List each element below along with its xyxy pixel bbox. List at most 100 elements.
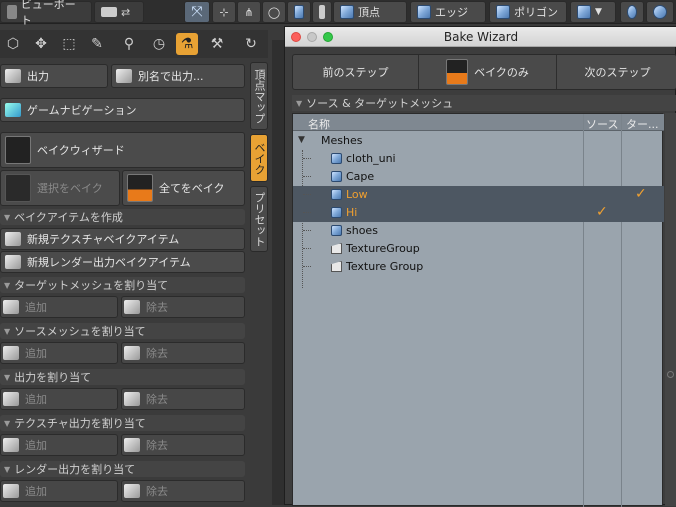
transform-tool-button[interactable]: ⤧: [184, 1, 210, 23]
column-header-name[interactable]: 名称: [308, 116, 330, 132]
vertical-scrollbar[interactable]: [665, 113, 676, 506]
new-texture-bake-item-button[interactable]: 新規テクスチャベイクアイテム: [0, 228, 245, 250]
save-as-label: 別名で出力...: [138, 70, 204, 83]
add-texture-icon: [3, 438, 19, 452]
remove-source-mesh-button[interactable]: 除去: [121, 342, 245, 364]
hierarchy-tool-button[interactable]: ⋔: [237, 1, 261, 23]
source-target-mesh-header[interactable]: ▼ ソース & ターゲットメッシュ: [292, 95, 676, 111]
action-center-button[interactable]: [646, 1, 674, 23]
animate-tool-icon[interactable]: ◷: [148, 33, 170, 55]
zoom-window-icon[interactable]: [323, 32, 333, 42]
section-header-label: テクスチャ出力を割り当て: [14, 417, 146, 430]
viewport-menu[interactable]: ビューポート: [0, 0, 92, 27]
table-row[interactable]: Low ✓: [293, 186, 664, 204]
add-source-mesh-button[interactable]: 追加: [0, 342, 118, 364]
vertex-mode-button[interactable]: 頂点: [333, 1, 407, 23]
viewport-label: ビューポート: [20, 0, 76, 27]
lasso-tool-button[interactable]: ◯: [262, 1, 286, 23]
symmetry-button[interactable]: [620, 1, 644, 23]
scroll-handle[interactable]: [667, 371, 674, 378]
refresh-icon[interactable]: ↻: [240, 33, 262, 55]
top-toolbar: ビューポート ⇄ ⤧ ⊹ ⋔ ◯ 頂点 エッジ ポリゴン ▼: [0, 0, 676, 27]
game-navigation-button[interactable]: ゲームナビゲーション: [0, 98, 245, 122]
create-bake-items-label: ベイクアイテムを作成: [14, 211, 123, 224]
panel-splitter[interactable]: [272, 40, 284, 505]
table-row[interactable]: ▼ Meshes: [293, 132, 664, 150]
remove-target-mesh-button[interactable]: 除去: [121, 296, 245, 318]
layout-toggle-button[interactable]: ⇄: [94, 1, 144, 23]
remove-output-button[interactable]: 除去: [121, 388, 245, 410]
table-row[interactable]: Hi ✓: [293, 204, 664, 222]
paint-tool-icon[interactable]: ✎: [86, 33, 108, 55]
column-header-target[interactable]: ター...: [626, 116, 659, 132]
layout-icon: [101, 7, 117, 17]
mesh-icon: [331, 171, 342, 182]
uv-tool-icon[interactable]: ⬚: [58, 33, 80, 55]
move-tool-icon[interactable]: ✥: [30, 33, 52, 55]
box-tool-icon[interactable]: ⬡: [2, 33, 24, 55]
save-as-output-button[interactable]: 別名で出力...: [111, 64, 245, 88]
target-checkmark[interactable]: ✓: [635, 186, 647, 202]
tree-dash: [303, 194, 311, 195]
add-texture-output-button[interactable]: 追加: [0, 434, 118, 456]
bake-only-button[interactable]: ベイクのみ: [419, 55, 557, 89]
table-row[interactable]: Texture Group: [293, 258, 664, 276]
add-render-output-button[interactable]: 追加: [0, 480, 118, 502]
row-label: Meshes: [321, 134, 363, 147]
table-row[interactable]: cloth_uni: [293, 150, 664, 168]
add-mesh-icon: [3, 346, 19, 360]
window-title: Bake Wizard: [443, 30, 519, 44]
sculpt-tool-icon[interactable]: ⚲: [118, 33, 140, 55]
add-label: 追加: [25, 439, 47, 452]
assign-output-header[interactable]: ▼ 出力を割り当て: [0, 369, 245, 385]
vertex-cube-icon: [340, 5, 354, 19]
source-checkmark[interactable]: ✓: [596, 204, 608, 220]
column-header-source[interactable]: ソース: [586, 116, 618, 132]
material-mode-button[interactable]: [312, 1, 332, 23]
collapse-triangle-icon: ▼: [4, 212, 11, 222]
add-target-mesh-button[interactable]: 追加: [0, 296, 118, 318]
tab-vertex-map[interactable]: 頂点マップ: [250, 62, 268, 130]
assign-target-mesh-header[interactable]: ▼ ターゲットメッシュを割り当て: [0, 277, 245, 293]
bake-selected-button[interactable]: 選択をベイク: [0, 170, 120, 206]
remove-texture-output-button[interactable]: 除去: [121, 434, 245, 456]
item-mode-button[interactable]: [287, 1, 311, 23]
assign-source-mesh-header[interactable]: ▼ ソースメッシュを割り当て: [0, 323, 245, 339]
oven-disabled-icon: [5, 174, 31, 202]
bake-wizard-button[interactable]: ベイクウィザード: [0, 132, 245, 168]
table-row[interactable]: TextureGroup: [293, 240, 664, 258]
utilities-tool-icon[interactable]: ⚒: [206, 33, 228, 55]
collapse-triangle-icon: ▼: [4, 372, 11, 382]
previous-step-button[interactable]: 前のステップ: [293, 55, 419, 89]
tree-dash: [303, 212, 311, 213]
close-window-icon[interactable]: [291, 32, 301, 42]
create-bake-items-header[interactable]: ▼ ベイクアイテムを作成: [0, 209, 245, 225]
table-row[interactable]: Cape: [293, 168, 664, 186]
add-output-button[interactable]: 追加: [0, 388, 118, 410]
expand-triangle-icon[interactable]: ▼: [298, 135, 305, 145]
collapse-triangle-icon: ▼: [4, 418, 11, 428]
assign-render-output-header[interactable]: ▼ レンダー出力を割り当て: [0, 461, 245, 477]
new-render-output-bake-item-button[interactable]: 新規レンダー出力ベイクアイテム: [0, 251, 245, 273]
render-output-bake-icon: [5, 255, 21, 269]
selection-type-dropdown[interactable]: ▼: [570, 1, 616, 23]
output-button[interactable]: 出力: [0, 64, 108, 88]
bake-tool-icon[interactable]: ⚗: [176, 33, 198, 55]
row-label: cloth_uni: [346, 152, 396, 165]
tab-bake[interactable]: ベイク: [250, 134, 268, 182]
window-titlebar[interactable]: Bake Wizard: [285, 27, 676, 47]
minimize-window-icon[interactable]: [307, 32, 317, 42]
tree-dash: [303, 176, 311, 177]
assign-texture-output-header[interactable]: ▼ テクスチャ出力を割り当て: [0, 415, 245, 431]
next-step-button[interactable]: 次のステップ: [557, 55, 676, 89]
mesh-icon: [331, 189, 342, 200]
edge-mode-button[interactable]: エッジ: [410, 1, 486, 23]
table-header: 名称 ソース ター...: [293, 114, 664, 131]
table-row[interactable]: shoes: [293, 222, 664, 240]
tab-preset[interactable]: プリセット: [250, 186, 268, 252]
bake-all-button[interactable]: 全てをベイク: [122, 170, 245, 206]
select-tool-button[interactable]: ⊹: [212, 1, 236, 23]
polygon-mode-button[interactable]: ポリゴン: [489, 1, 567, 23]
remove-render-output-button[interactable]: 除去: [121, 480, 245, 502]
wand-icon: [5, 136, 31, 164]
